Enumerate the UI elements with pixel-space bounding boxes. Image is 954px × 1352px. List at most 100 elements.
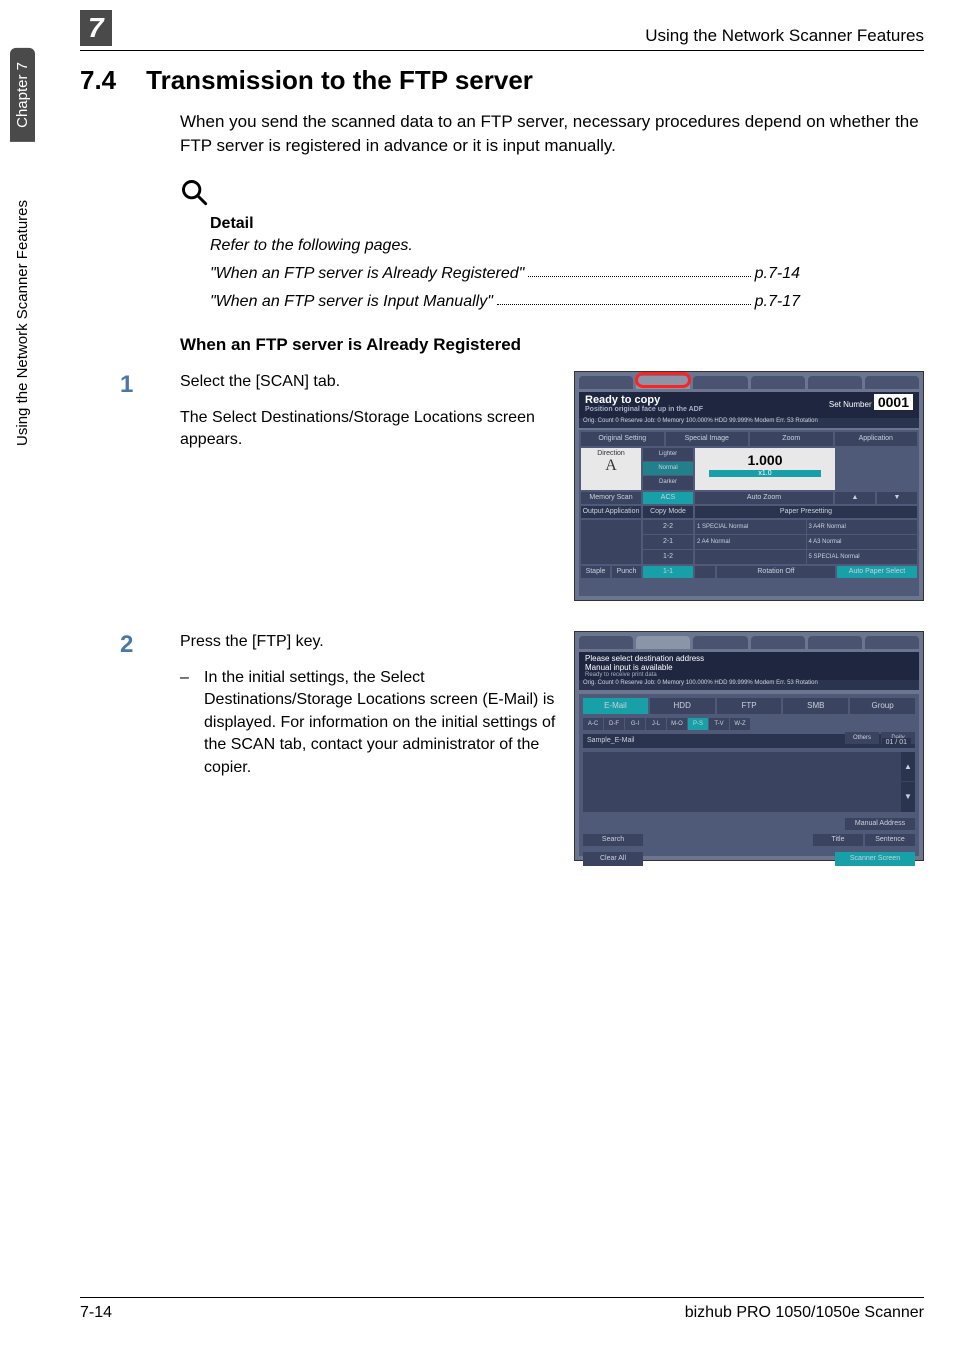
proto-hdd[interactable]: HDD (650, 698, 715, 714)
density-lighter[interactable]: Lighter (643, 448, 693, 461)
memory-scan[interactable]: Memory Scan (581, 492, 641, 504)
s2-tab-copy[interactable] (579, 636, 633, 649)
scan-tab-highlight (635, 372, 691, 388)
btn-zoom[interactable]: Zoom (750, 432, 833, 446)
meta-bar: Orig. Count 0 Reserve Job: 0 Memory 100.… (579, 418, 919, 428)
mode-1-2[interactable]: 1-2 (643, 550, 693, 564)
status-main: Ready to copy (585, 394, 660, 406)
alpha-mo[interactable]: M-O (667, 718, 687, 730)
ref-line-1: "When an FTP server is Already Registere… (210, 265, 800, 283)
zoom-box[interactable]: 1.000 x1.0 (695, 448, 835, 490)
scanner-screen-button[interactable]: Scanner Screen (835, 852, 915, 866)
tab-recall[interactable] (751, 376, 805, 389)
paper-1[interactable]: 1 SPECIAL Normal (695, 520, 806, 534)
one-one-button[interactable]: 1-1 (643, 566, 693, 578)
output-application-label[interactable]: Output Application (581, 506, 641, 518)
detail-head: Detail (210, 215, 924, 233)
others-button[interactable]: Others (845, 732, 879, 744)
tab-copy[interactable] (579, 376, 633, 389)
alpha-ps[interactable]: P-S (688, 718, 708, 730)
subheading: When an FTP server is Already Registered (180, 335, 924, 355)
s2-tab-scan[interactable] (636, 636, 690, 649)
s2-tab-machine[interactable] (865, 636, 919, 649)
ref-page-2: p.7-17 (755, 293, 800, 311)
step-1-number: 1 (120, 371, 180, 399)
paper-4[interactable]: 4 A3 Normal (807, 535, 918, 549)
density-darker[interactable]: Darker (643, 476, 693, 489)
rotate-icon[interactable] (695, 566, 715, 578)
set-number-value: 0001 (874, 394, 913, 410)
proto-ftp[interactable]: FTP (717, 698, 782, 714)
alpha-gi[interactable]: G-I (625, 718, 645, 730)
rotation-off[interactable]: Rotation Off (717, 566, 835, 578)
intro-paragraph: When you send the scanned data to an FTP… (180, 110, 924, 158)
detail-body: Refer to the following pages. (210, 237, 924, 255)
btn-special-image[interactable]: Special Image (666, 432, 749, 446)
step-2-line-1: Press the [FTP] key. (180, 631, 564, 653)
proto-smb[interactable]: SMB (783, 698, 848, 714)
ref-leader-2 (497, 293, 751, 305)
s2-status-3: Ready to receive print data (585, 672, 913, 678)
mode-2-1[interactable]: 2-1 (643, 535, 693, 549)
direction-label: Direction (581, 450, 641, 457)
footer-page: 7-14 (80, 1304, 112, 1322)
btn-original-setting[interactable]: Original Setting (581, 432, 664, 446)
punch-button[interactable]: Punch (612, 566, 641, 578)
alpha-ac[interactable]: A-C (583, 718, 603, 730)
ref-line-2: "When an FTP server is Input Manually" p… (210, 293, 800, 311)
ref-leader-1 (528, 265, 750, 277)
zoom-x1[interactable]: x1.0 (709, 470, 821, 477)
s2-tab-recall[interactable] (751, 636, 805, 649)
clear-all[interactable]: Clear All (583, 852, 643, 866)
arrow-up[interactable]: ▲ (835, 492, 875, 504)
running-head: Using the Network Scanner Features (645, 26, 924, 46)
section-title: 7.4 Transmission to the FTP server (80, 65, 924, 96)
alpha-df[interactable]: D-F (604, 718, 624, 730)
step-2: 2 Press the [FTP] key. In the initial se… (120, 631, 924, 861)
paper-2[interactable]: 2 A4 Normal (695, 535, 806, 549)
acs-button[interactable]: ACS (643, 492, 693, 504)
magnifier-icon (180, 178, 208, 206)
step-1: 1 Select the [SCAN] tab. The Select Dest… (120, 371, 924, 601)
chapter-number: 7 (80, 10, 112, 46)
footer-product: bizhub PRO 1050/1050e Scanner (685, 1304, 924, 1322)
mode-2-2[interactable]: 2-2 (643, 520, 693, 534)
scroll-up[interactable]: ▲ (901, 752, 915, 782)
step-1-line-2: The Select Destinations/Storage Location… (180, 407, 564, 452)
ref-page-1: p.7-14 (755, 265, 800, 283)
search-button[interactable]: Search (583, 834, 643, 846)
tab-store[interactable] (693, 376, 747, 389)
paper-empty (695, 550, 806, 564)
output-icon[interactable] (581, 520, 641, 564)
alpha-tv[interactable]: T-V (709, 718, 729, 730)
direction-box[interactable]: Direction A (581, 448, 641, 490)
step-1-line-1: Select the [SCAN] tab. (180, 371, 564, 393)
alpha-jl[interactable]: J-L (646, 718, 666, 730)
scroll-down[interactable]: ▼ (901, 782, 915, 812)
dest-list: 01 / 01 ▲ ▼ (583, 752, 915, 812)
paper-3[interactable]: 3 A4R Normal (807, 520, 918, 534)
auto-paper-select[interactable]: Auto Paper Select (837, 566, 917, 578)
density-normal[interactable]: Normal (643, 462, 693, 475)
step-2-bullet-1: In the initial settings, the Select Dest… (180, 667, 564, 779)
ref-text-2: "When an FTP server is Input Manually" (210, 293, 493, 311)
paper-presetting-label: Paper Presetting (695, 506, 917, 518)
staple-button[interactable]: Staple (581, 566, 610, 578)
title-button[interactable]: Title (813, 834, 863, 846)
page-header: 7 Using the Network Scanner Features (80, 10, 924, 51)
s2-meta: Orig. Count 0 Reserve Job: 0 Memory 100.… (579, 680, 919, 690)
proto-email[interactable]: E-Mail (583, 698, 648, 714)
screenshot-destination-screen: Please select destination address Manual… (574, 631, 924, 861)
arrow-down[interactable]: ▼ (877, 492, 917, 504)
btn-application[interactable]: Application (835, 432, 918, 446)
manual-address[interactable]: Manual Address (845, 818, 915, 830)
sentence-button[interactable]: Sentence (865, 834, 915, 846)
paper-5[interactable]: 5 SPECIAL Normal (807, 550, 918, 564)
tab-machine[interactable] (865, 376, 919, 389)
alpha-wz[interactable]: W-Z (730, 718, 750, 730)
auto-zoom[interactable]: Auto Zoom (695, 492, 833, 504)
tab-joblist[interactable] (808, 376, 862, 389)
s2-tab-joblist[interactable] (808, 636, 862, 649)
s2-tab-store[interactable] (693, 636, 747, 649)
proto-group[interactable]: Group (850, 698, 915, 714)
